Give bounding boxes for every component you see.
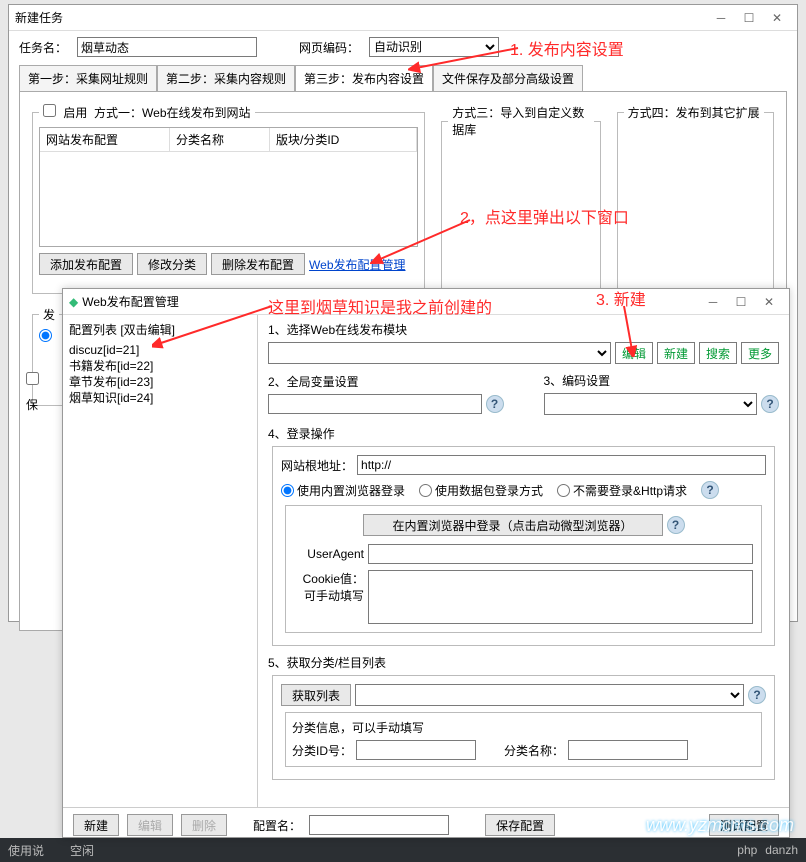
mode1-legend: 启用 方式一：Web在线发布到网站: [39, 104, 255, 121]
publish-table: 网站发布配置 分类名称 版块/分类ID: [39, 127, 418, 247]
taskbar-idle: 空闲: [70, 842, 94, 859]
encoding-label: 网页编码：: [299, 39, 359, 56]
minimize-icon[interactable]: ─: [707, 11, 735, 25]
login-radio-1[interactable]: [281, 484, 294, 497]
config-list-head: 配置列表 [双击编辑]: [67, 319, 253, 340]
catname-input[interactable]: [568, 740, 688, 760]
new-module-button[interactable]: 新建: [657, 342, 695, 364]
list-item[interactable]: discuz[id=21]: [69, 342, 251, 358]
right-pane: 1、选择Web在线发布模块 编辑 新建 搜索 更多 2、全局变量设置 ?: [258, 315, 789, 807]
tab-step2[interactable]: 第二步：采集内容规则: [157, 65, 295, 91]
browser-login-button[interactable]: 在内置浏览器中登录（点击启动微型浏览器）: [363, 514, 663, 536]
config-listbox[interactable]: discuz[id=21] 书籍发布[id=22] 章节发布[id=23] 烟草…: [67, 340, 253, 408]
ua-label: UserAgent: [294, 547, 364, 561]
get-list-button[interactable]: 获取列表: [281, 684, 351, 706]
global-var-input[interactable]: [268, 394, 482, 414]
publish-legend: 发: [39, 306, 59, 323]
s1-title: 1、选择Web在线发布模块: [268, 321, 779, 338]
taskbar-left: 使用说: [8, 842, 44, 859]
list-item[interactable]: 章节发布[id=23]: [69, 374, 251, 390]
catname-label: 分类名称：: [504, 742, 564, 759]
tab-step4[interactable]: 文件保存及部分高级设置: [433, 65, 583, 91]
edit-cat-button[interactable]: 修改分类: [137, 253, 207, 275]
save-label: 保: [26, 396, 38, 413]
category-select[interactable]: [355, 684, 744, 706]
save-checkbox[interactable]: [26, 372, 39, 385]
cookie-textarea[interactable]: [368, 570, 753, 624]
taskname-label: 任务名：: [19, 39, 67, 56]
main-title: 新建任务: [15, 9, 707, 26]
th-config: 网站发布配置: [40, 128, 170, 151]
s4-title: 4、登录操作: [268, 425, 779, 442]
app-icon: ◆: [69, 295, 78, 309]
cookie-hint: 可手动填写: [294, 587, 364, 604]
s2-title: 2、全局变量设置: [268, 373, 504, 390]
encoding-config-select[interactable]: [544, 393, 758, 415]
help-icon[interactable]: ?: [486, 395, 504, 413]
taskname-input[interactable]: [77, 37, 257, 57]
delete-config-button[interactable]: 删除发布配置: [211, 253, 305, 275]
list-item[interactable]: 烟草知识[id=24]: [69, 390, 251, 406]
mode4-fieldset: 方式四：发布到其它扩展: [617, 104, 774, 294]
catinfo-label: 分类信息，可以手动填写: [292, 719, 755, 736]
help-icon[interactable]: ?: [748, 686, 766, 704]
taskbar-danzh: danzh: [765, 843, 798, 857]
mode3-legend: 方式三：导入到自定义数据库: [448, 104, 593, 138]
foot-new-button[interactable]: 新建: [73, 814, 119, 836]
root-url-input[interactable]: [357, 455, 766, 475]
main-titlebar: 新建任务 ─ ☐ ✕: [9, 5, 797, 31]
sub-minimize-icon[interactable]: ─: [699, 295, 727, 309]
module-select[interactable]: [268, 342, 611, 364]
th-id: 版块/分类ID: [270, 128, 417, 151]
enable-checkbox[interactable]: [43, 104, 56, 117]
task-row: 任务名： 网页编码： 自动识别: [9, 31, 797, 63]
help-icon[interactable]: ?: [667, 516, 685, 534]
encoding-select[interactable]: 自动识别: [369, 37, 499, 57]
cfgname-input[interactable]: [309, 815, 449, 835]
help-icon[interactable]: ?: [761, 395, 779, 413]
mode1-fieldset: 启用 方式一：Web在线发布到网站 网站发布配置 分类名称 版块/分类ID 添加…: [32, 104, 425, 294]
taskbar-php: php: [737, 843, 757, 857]
close-icon[interactable]: ✕: [763, 11, 791, 25]
catid-input[interactable]: [356, 740, 476, 760]
sub-maximize-icon[interactable]: ☐: [727, 295, 755, 309]
watermark: www.yzmcms.com: [646, 815, 794, 836]
add-config-button[interactable]: 添加发布配置: [39, 253, 133, 275]
tab-step1[interactable]: 第一步：采集网址规则: [19, 65, 157, 91]
web-config-mgr-link[interactable]: Web发布配置管理: [309, 256, 405, 273]
save-config-button[interactable]: 保存配置: [485, 814, 555, 836]
login-radio-3[interactable]: [557, 484, 570, 497]
list-item[interactable]: 书籍发布[id=22]: [69, 358, 251, 374]
foot-edit-button[interactable]: 编辑: [127, 814, 173, 836]
config-list-panel: 配置列表 [双击编辑] discuz[id=21] 书籍发布[id=22] 章节…: [63, 315, 258, 807]
login-radio-2[interactable]: [419, 484, 432, 497]
tabstrip: 第一步：采集网址规则 第二步：采集内容规则 第三步：发布内容设置 文件保存及部分…: [9, 63, 797, 91]
publish-radio[interactable]: [39, 329, 52, 342]
help-icon[interactable]: ?: [701, 481, 719, 499]
root-label: 网站根地址：: [281, 457, 353, 474]
sub-close-icon[interactable]: ✕: [755, 295, 783, 309]
s5-title: 5、获取分类/栏目列表: [268, 654, 779, 671]
useragent-input[interactable]: [368, 544, 753, 564]
catid-label: 分类ID号：: [292, 742, 352, 759]
sub-title: Web发布配置管理: [82, 293, 699, 310]
more-module-button[interactable]: 更多: [741, 342, 779, 364]
tab-step3[interactable]: 第三步：发布内容设置: [295, 65, 433, 91]
cfgname-label: 配置名：: [253, 817, 301, 834]
sub-window: ◆ Web发布配置管理 ─ ☐ ✕ 配置列表 [双击编辑] discuz[id=…: [62, 288, 790, 838]
cookie-label: Cookie值：: [294, 570, 364, 587]
mode3-fieldset: 方式三：导入到自定义数据库: [441, 104, 600, 294]
search-module-button[interactable]: 搜索: [699, 342, 737, 364]
foot-del-button[interactable]: 删除: [181, 814, 227, 836]
edit-module-button[interactable]: 编辑: [615, 342, 653, 364]
th-cat: 分类名称: [170, 128, 270, 151]
mode4-legend: 方式四：发布到其它扩展: [624, 104, 764, 121]
s3-title: 3、编码设置: [544, 372, 780, 389]
sub-titlebar: ◆ Web发布配置管理 ─ ☐ ✕: [63, 289, 789, 315]
maximize-icon[interactable]: ☐: [735, 11, 763, 25]
